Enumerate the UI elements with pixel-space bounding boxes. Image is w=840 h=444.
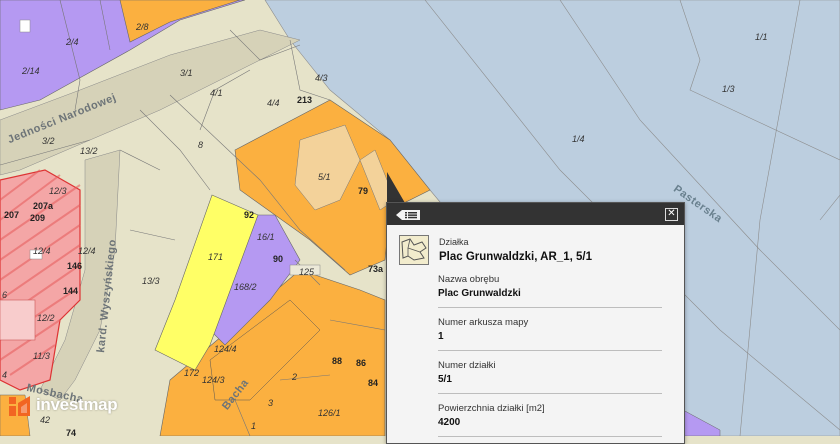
parcel-label: 11/3 (33, 351, 50, 361)
parcel-label: 4 (2, 370, 8, 380)
parcel-label: 207a (33, 201, 54, 211)
parcel-label: 207 (4, 210, 20, 220)
parcel-label: 213 (297, 95, 313, 105)
parcel-label: 4/3 (315, 73, 328, 83)
popup-pointer (387, 172, 405, 203)
logo-mark-icon (8, 393, 32, 417)
popup-header: ✕ (387, 203, 684, 225)
parcel-header-text: Działka Plac Grunwaldzki, AR_1, 5/1 (439, 235, 592, 263)
parcel-label: 92 (244, 210, 255, 220)
parcel-label: 168/2 (234, 282, 257, 292)
parcel-label: 88 (332, 356, 343, 366)
parcel-label: 2 (292, 372, 298, 382)
parcel-label: 3 (268, 398, 274, 408)
parcel-label: 3/2 (42, 136, 55, 146)
parcel-label: 74 (66, 428, 77, 438)
field-parcel-number: Numer działki 5/1 (438, 351, 662, 394)
parcel-label: 3/1 (180, 68, 193, 78)
parcel-map-icon (399, 235, 429, 265)
parcel-label: 79 (358, 186, 369, 196)
parcel-label: 124/3 (202, 375, 225, 385)
parcel-label: 1/3 (722, 84, 735, 94)
parcel-label: 84 (368, 378, 379, 388)
parcel-label: 73a (368, 264, 384, 274)
parcel-label: 16/1 (257, 232, 275, 242)
parcel-label: 146 (67, 261, 83, 271)
investmap-logo: investmap (8, 392, 118, 418)
parcel-label: 6 (2, 290, 8, 300)
parcel-label: 2/14 (22, 66, 40, 76)
close-icon[interactable]: ✕ (665, 208, 678, 221)
object-type: Działka (439, 237, 469, 247)
parcel-label: 2/8 (136, 22, 149, 32)
parcel-label: 1 (251, 421, 257, 431)
parcel-label: 8 (198, 140, 204, 150)
field-parcel-area: Powierzchnia działki [m2] 4200 (438, 394, 662, 437)
parcel-label: 90 (273, 254, 284, 264)
parcel-label: 12/2 (37, 313, 55, 323)
field-label: Powierzchnia działki [m2] (438, 403, 545, 414)
field-label: Numer arkusza mapy (438, 317, 529, 328)
parcel-label: 172 (184, 368, 200, 378)
parcel-label: 124/4 (214, 344, 237, 354)
field-value: 1 (438, 331, 444, 342)
parcel-label: 1/1 (755, 32, 768, 42)
parcel-header: Działka Plac Grunwaldzki, AR_1, 5/1 (399, 235, 662, 265)
parcel-label: 13/2 (80, 146, 98, 156)
parcel-label: 209 (30, 213, 46, 223)
field-value: 5/1 (438, 374, 452, 385)
field-value: Plac Grunwaldzki (438, 288, 521, 299)
parcel-label: 12/3 (49, 186, 67, 196)
parcel-label: 5/1 (318, 172, 331, 182)
parcel-label: 1/4 (572, 134, 585, 144)
field-label: Nazwa obrębu (438, 274, 500, 285)
popup-title: Plac Grunwaldzki, AR_1, 5/1 (439, 251, 592, 263)
parcel-label: 12/4 (33, 246, 51, 256)
list-icon[interactable] (395, 208, 421, 220)
logo-text: investmap (36, 395, 118, 414)
parcel-label: 144 (63, 286, 79, 296)
field-value: 4200 (438, 417, 461, 428)
field-map-sheet-number: Numer arkusza mapy 1 (438, 308, 662, 351)
field-label: Numer działki (438, 360, 496, 371)
parcel-label: 12/4 (78, 246, 96, 256)
parcel-label: 13/3 (142, 276, 160, 286)
field-precinct-name: Nazwa obrębu Plac Grunwaldzki (438, 265, 662, 308)
feature-info-popup: ✕ Działka Plac Grunwaldzki, AR_1, 5/1 Na… (386, 202, 685, 444)
parcel-label: 4/4 (267, 98, 280, 108)
parcel-label: 4/1 (210, 88, 223, 98)
popup-body: Działka Plac Grunwaldzki, AR_1, 5/1 Nazw… (387, 225, 684, 437)
parcel-label: 86 (356, 358, 367, 368)
parcel-label: 171 (208, 252, 224, 262)
parcel-label: 126/1 (318, 408, 341, 418)
parcel-label: 2/4 (66, 37, 79, 47)
parcel-label: 125 (299, 267, 315, 277)
